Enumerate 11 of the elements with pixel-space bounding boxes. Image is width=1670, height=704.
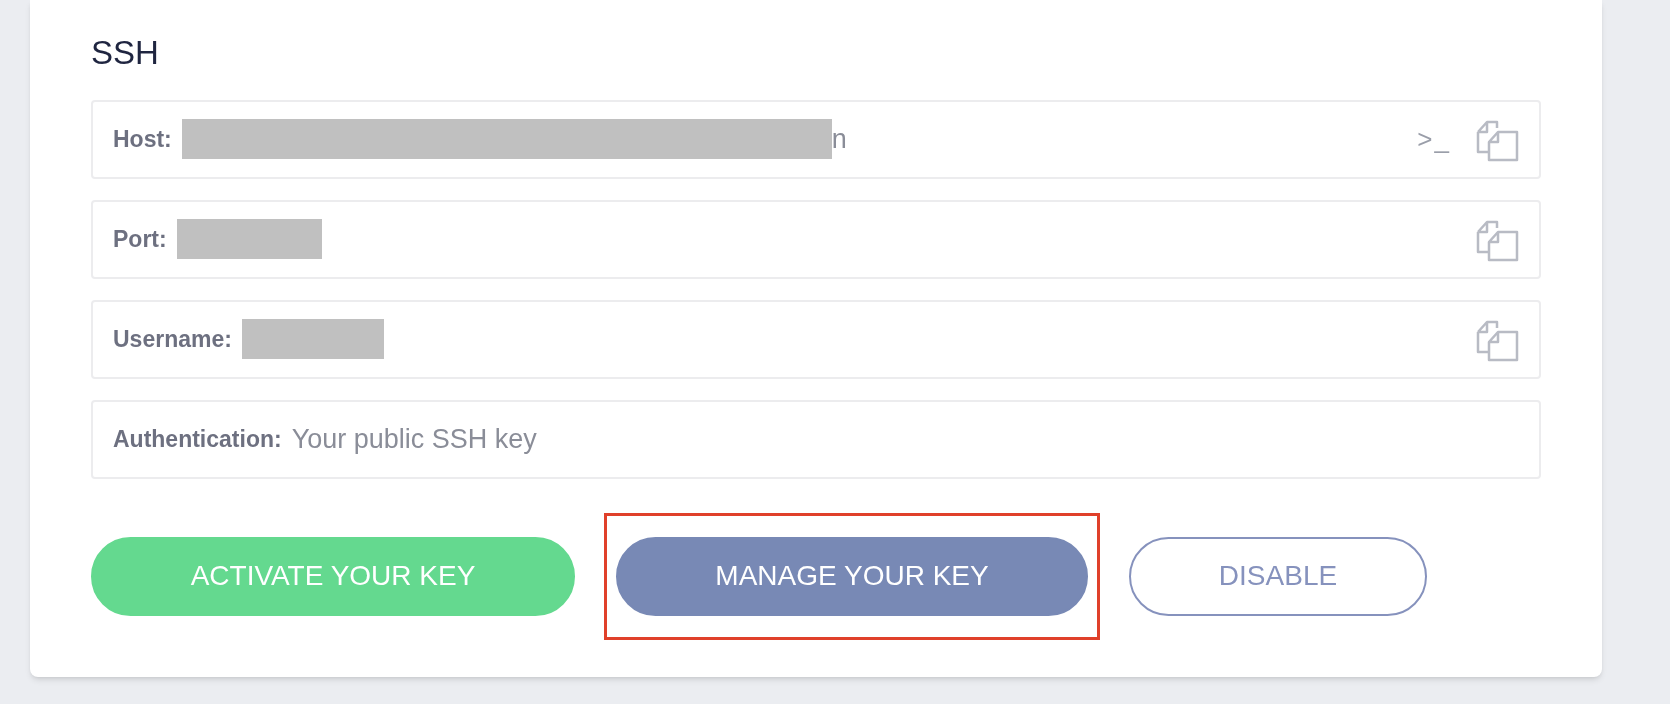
action-button[interactable]: DISABLE (1129, 536, 1427, 616)
field-label: Username: (113, 324, 232, 354)
field-value: Your public SSH key (291, 422, 537, 456)
terminal-icon[interactable]: >_ (1417, 119, 1451, 159)
section-title: SSH (91, 33, 160, 73)
field-value: n (831, 122, 847, 156)
field-label: Host: (113, 124, 172, 154)
field-label: Authentication: (113, 424, 282, 454)
action-button[interactable]: ACTIVATE YOUR KEY (91, 536, 575, 616)
field-label: Port: (113, 224, 167, 254)
action-button[interactable]: MANAGE YOUR KEY (616, 536, 1088, 616)
